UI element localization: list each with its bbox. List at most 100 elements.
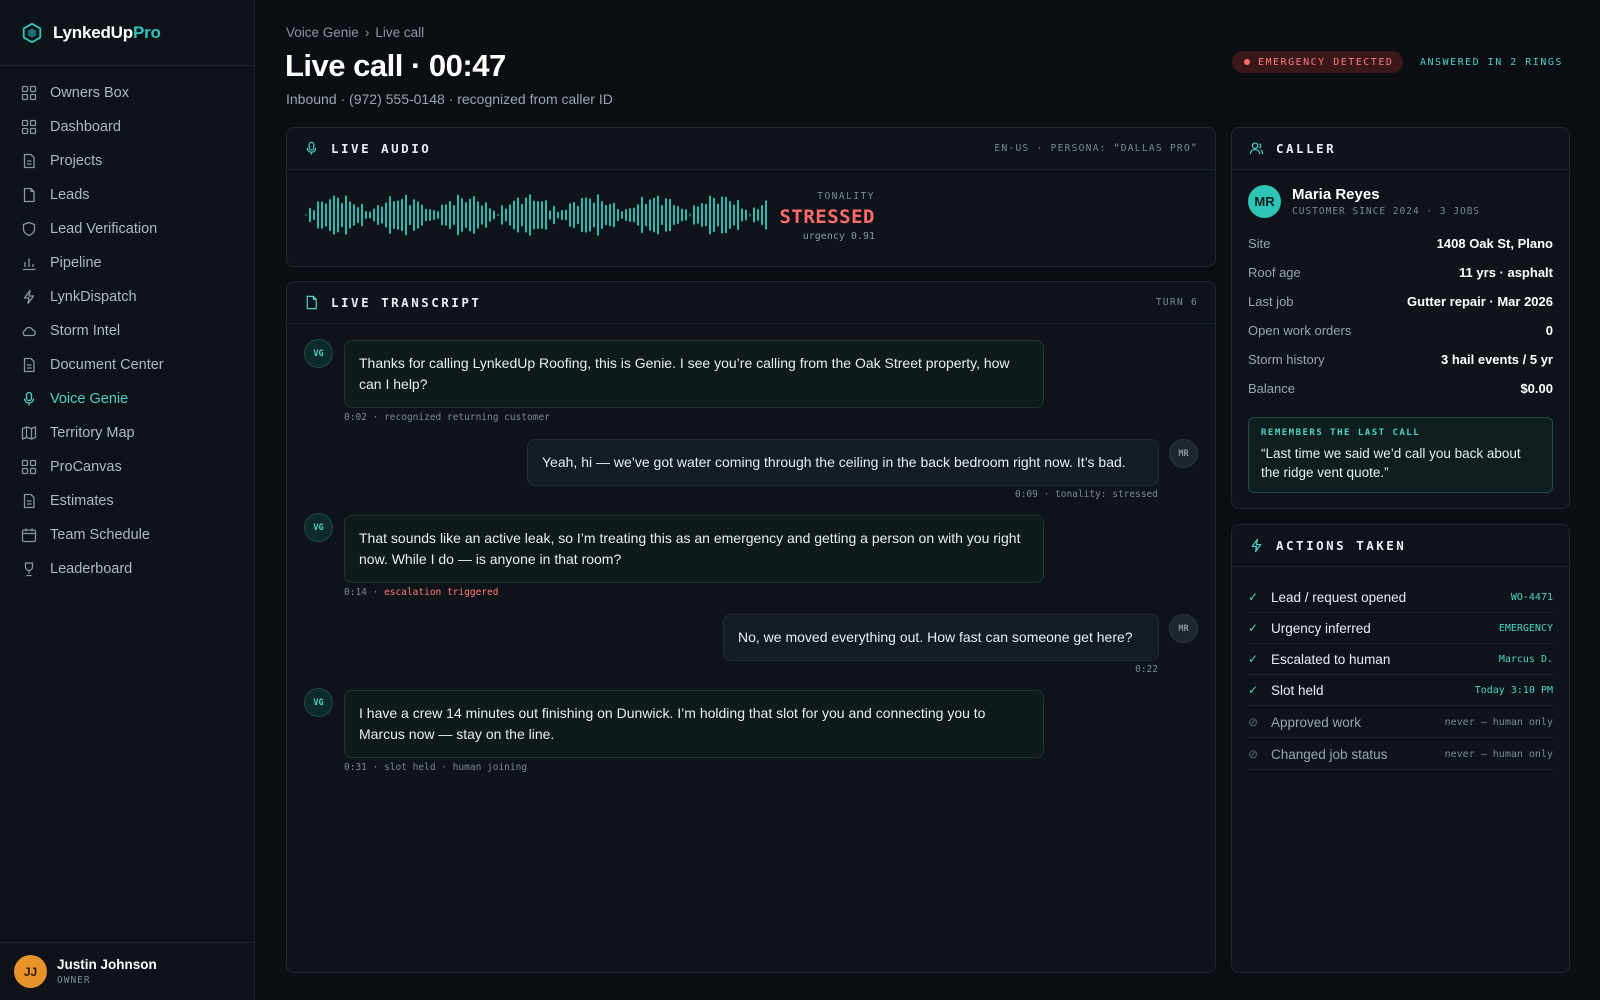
caller-detail-last-job: Last job Gutter repair · Mar 2026 xyxy=(1248,294,1553,309)
genie-avatar: VG xyxy=(304,688,333,717)
detail-value: 11 yrs · asphalt xyxy=(1459,265,1553,280)
waveform-bar xyxy=(505,208,507,222)
sidebar-item-pipeline[interactable]: Pipeline xyxy=(0,246,254,280)
waveform-bar xyxy=(337,197,339,233)
breadcrumb-link-voice-genie[interactable]: Voice Genie xyxy=(286,25,359,40)
waveform-bar xyxy=(721,196,723,234)
action-value: Today 3:10 PM xyxy=(1474,684,1553,696)
waveform-bar xyxy=(561,210,563,220)
waveform-bar xyxy=(621,211,623,219)
waveform-bar xyxy=(525,197,527,233)
waveform-bar xyxy=(685,209,687,221)
waveform-bar xyxy=(693,205,695,225)
waveform-bar xyxy=(745,209,747,221)
waveform-bar xyxy=(741,208,743,222)
cloud-icon xyxy=(22,326,36,337)
waveform-bar xyxy=(353,204,355,226)
waveform-bar xyxy=(761,204,763,226)
waveform-bar xyxy=(489,208,491,222)
sidebar-item-document-center[interactable]: Document Center xyxy=(0,348,254,382)
brand-name-pro: Pro xyxy=(132,22,161,42)
action-value: never — human only xyxy=(1444,748,1553,760)
document-icon xyxy=(306,295,317,310)
message-note: tonality: stressed xyxy=(1055,489,1158,500)
sidebar-item-voice-genie[interactable]: Voice Genie xyxy=(0,382,254,416)
sidebar-item-team-schedule[interactable]: Team Schedule xyxy=(0,518,254,552)
sidebar-item-lynkdispatch[interactable]: LynkDispatch xyxy=(0,280,254,314)
waveform-bar xyxy=(429,209,431,221)
live-transcript-card: LIVE TRANSCRIPT TURN 6 VG Thanks for cal… xyxy=(286,281,1216,973)
grid-icon xyxy=(21,119,37,135)
waveform-bar xyxy=(717,203,719,227)
sidebar-item-label: Leads xyxy=(50,187,90,203)
action-value[interactable]: Marcus D. xyxy=(1499,654,1553,665)
waveform-bar xyxy=(497,213,499,217)
sidebar-item-leads[interactable]: Leads xyxy=(0,178,254,212)
detail-label: Site xyxy=(1248,236,1271,251)
waveform-bar xyxy=(577,205,579,225)
sidebar-item-estimates[interactable]: Estimates xyxy=(0,484,254,518)
transcript-message-genie: I have a crew 14 minutes out finishing o… xyxy=(344,690,1044,758)
waveform-bar xyxy=(749,213,751,217)
waveform-bar xyxy=(401,198,403,232)
waveform-bar xyxy=(445,204,447,226)
blocked-icon: ⊘ xyxy=(1248,715,1259,729)
detail-value: 3 hail events / 5 yr xyxy=(1440,352,1553,367)
live-audio-header: LIVE AUDIO EN-US · PERSONA: “DALLAS PRO” xyxy=(287,128,1215,170)
sidebar-item-storm-intel[interactable]: Storm Intel xyxy=(0,314,254,348)
waveform-bar xyxy=(585,197,587,233)
waveform-bar xyxy=(657,195,659,235)
waveform-bar xyxy=(697,206,699,224)
genie-avatar: VG xyxy=(304,513,333,542)
detail-label: Balance xyxy=(1248,381,1295,396)
waveform-bar xyxy=(333,195,335,235)
detail-value: 1408 Oak St, Plano xyxy=(1436,236,1553,251)
waveform-bar xyxy=(641,196,643,234)
waveform-bar xyxy=(361,203,363,227)
memory-label: REMEMBERS THE LAST CALL xyxy=(1261,428,1421,438)
sidebar-item-label: Team Schedule xyxy=(50,527,150,543)
sidebar-item-lead-verification[interactable]: Lead Verification xyxy=(0,212,254,246)
live-transcript-header: LIVE TRANSCRIPT TURN 6 xyxy=(287,282,1215,324)
sidebar-item-territory-map[interactable]: Territory Map xyxy=(0,416,254,450)
brand[interactable]: LynkedUpPro xyxy=(0,0,254,66)
waveform-bar xyxy=(545,200,547,230)
action-value: never — human only xyxy=(1444,716,1553,728)
emergency-badge-label: EMERGENCY DETECTED xyxy=(1258,56,1394,68)
action-label: Changed job status xyxy=(1271,746,1388,762)
action-value[interactable]: WO-4471 xyxy=(1511,592,1553,603)
caller-avatar-small: MR xyxy=(1169,614,1198,643)
waveform-bar xyxy=(701,202,703,228)
caller-detail-roof-age: Roof age 11 yrs · asphalt xyxy=(1248,265,1553,280)
message-meta: 0:14 · escalation triggered xyxy=(344,587,499,598)
waveform-bar xyxy=(321,201,323,229)
waveform-bar xyxy=(501,205,503,225)
message-time: 0:09 xyxy=(1014,489,1038,500)
waveform-bar xyxy=(481,205,483,225)
waveform-bar xyxy=(317,201,319,229)
action-label: Lead / request opened xyxy=(1271,589,1407,605)
sidebar-item-dashboard[interactable]: Dashboard xyxy=(0,110,254,144)
waveform-bar xyxy=(441,204,443,226)
sidebar-item-projects[interactable]: Projects xyxy=(0,144,254,178)
tonality-readout: TONALITY STRESSED urgency 0.91 xyxy=(779,191,875,242)
avatar: JJ xyxy=(14,955,47,988)
grid-icon xyxy=(21,85,37,101)
hexagon-logo-icon xyxy=(22,22,42,43)
sidebar-item-owners-box[interactable]: Owners Box xyxy=(0,76,254,110)
waveform-bar xyxy=(605,204,607,226)
genie-avatar: VG xyxy=(304,339,333,368)
sidebar-item-procanvas[interactable]: ProCanvas xyxy=(0,450,254,484)
waveform-bar xyxy=(757,209,759,221)
actions-title: ACTIONS TAKEN xyxy=(1276,538,1407,553)
document-icon xyxy=(23,153,35,169)
user-profile[interactable]: JJ Justin Johnson OWNER xyxy=(0,942,255,1000)
waveform-bar xyxy=(625,208,627,222)
urgency-score: urgency 0.91 xyxy=(802,231,875,242)
waveform-bar xyxy=(581,197,583,233)
waveform-bar xyxy=(421,204,423,226)
sidebar-item-leaderboard[interactable]: Leaderboard xyxy=(0,552,254,586)
waveform-bar xyxy=(653,197,655,233)
waveform-bar xyxy=(341,202,343,228)
transcript-message-caller: Yeah, hi — we’ve got water coming throug… xyxy=(527,439,1159,486)
